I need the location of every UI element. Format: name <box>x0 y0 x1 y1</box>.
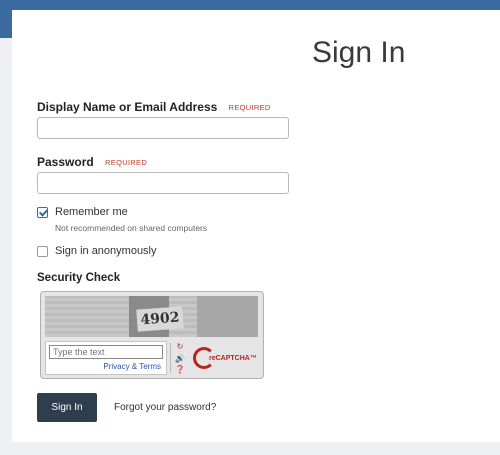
remember-me-label: Remember me <box>55 206 128 218</box>
sign-in-button[interactable]: Sign In <box>37 393 97 422</box>
captcha-image: 4902 <box>45 296 258 337</box>
privacy-terms-link[interactable]: Privacy & Terms <box>103 362 161 371</box>
remember-me-checkbox[interactable] <box>37 206 48 218</box>
recaptcha-logo: reCAPTCHA™ <box>193 345 257 371</box>
captcha-image-sign <box>197 296 258 337</box>
audio-icon[interactable]: 🔊 <box>175 354 185 363</box>
password-label-text: Password <box>37 155 94 169</box>
refresh-icon[interactable]: ↻ <box>177 342 184 351</box>
forgot-password-link[interactable]: Forgot your password? <box>114 402 216 413</box>
anonymous-row[interactable]: Sign in anonymously <box>37 245 157 257</box>
page-title: Sign In <box>312 36 406 69</box>
username-label-text: Display Name or Email Address <box>37 100 218 114</box>
password-label: Password REQUIRED <box>37 155 147 169</box>
captcha-controls: ↻ 🔊 ❓ <box>174 342 186 374</box>
help-icon[interactable]: ❓ <box>175 365 185 374</box>
captcha-image-text: 4902 <box>136 306 184 332</box>
password-input[interactable] <box>37 172 289 194</box>
captcha-widget: 4902 Privacy & Terms ↻ 🔊 ❓ reCAPTCHA™ <box>40 291 264 379</box>
security-check-label: Security Check <box>37 272 121 284</box>
username-required-badge: REQUIRED <box>228 103 271 112</box>
remember-me-hint: Not recommended on shared computers <box>55 223 208 233</box>
recaptcha-logo-text: reCAPTCHA™ <box>209 354 257 362</box>
captcha-divider <box>170 343 171 373</box>
username-label: Display Name or Email Address REQUIRED <box>37 100 271 114</box>
username-input[interactable] <box>37 117 289 139</box>
anonymous-label: Sign in anonymously <box>55 245 157 257</box>
captcha-input-box: Privacy & Terms <box>45 341 167 375</box>
captcha-input[interactable] <box>49 345 163 359</box>
anonymous-checkbox[interactable] <box>37 245 48 257</box>
password-required-badge: REQUIRED <box>105 158 148 167</box>
remember-me-row[interactable]: Remember me <box>37 206 128 218</box>
